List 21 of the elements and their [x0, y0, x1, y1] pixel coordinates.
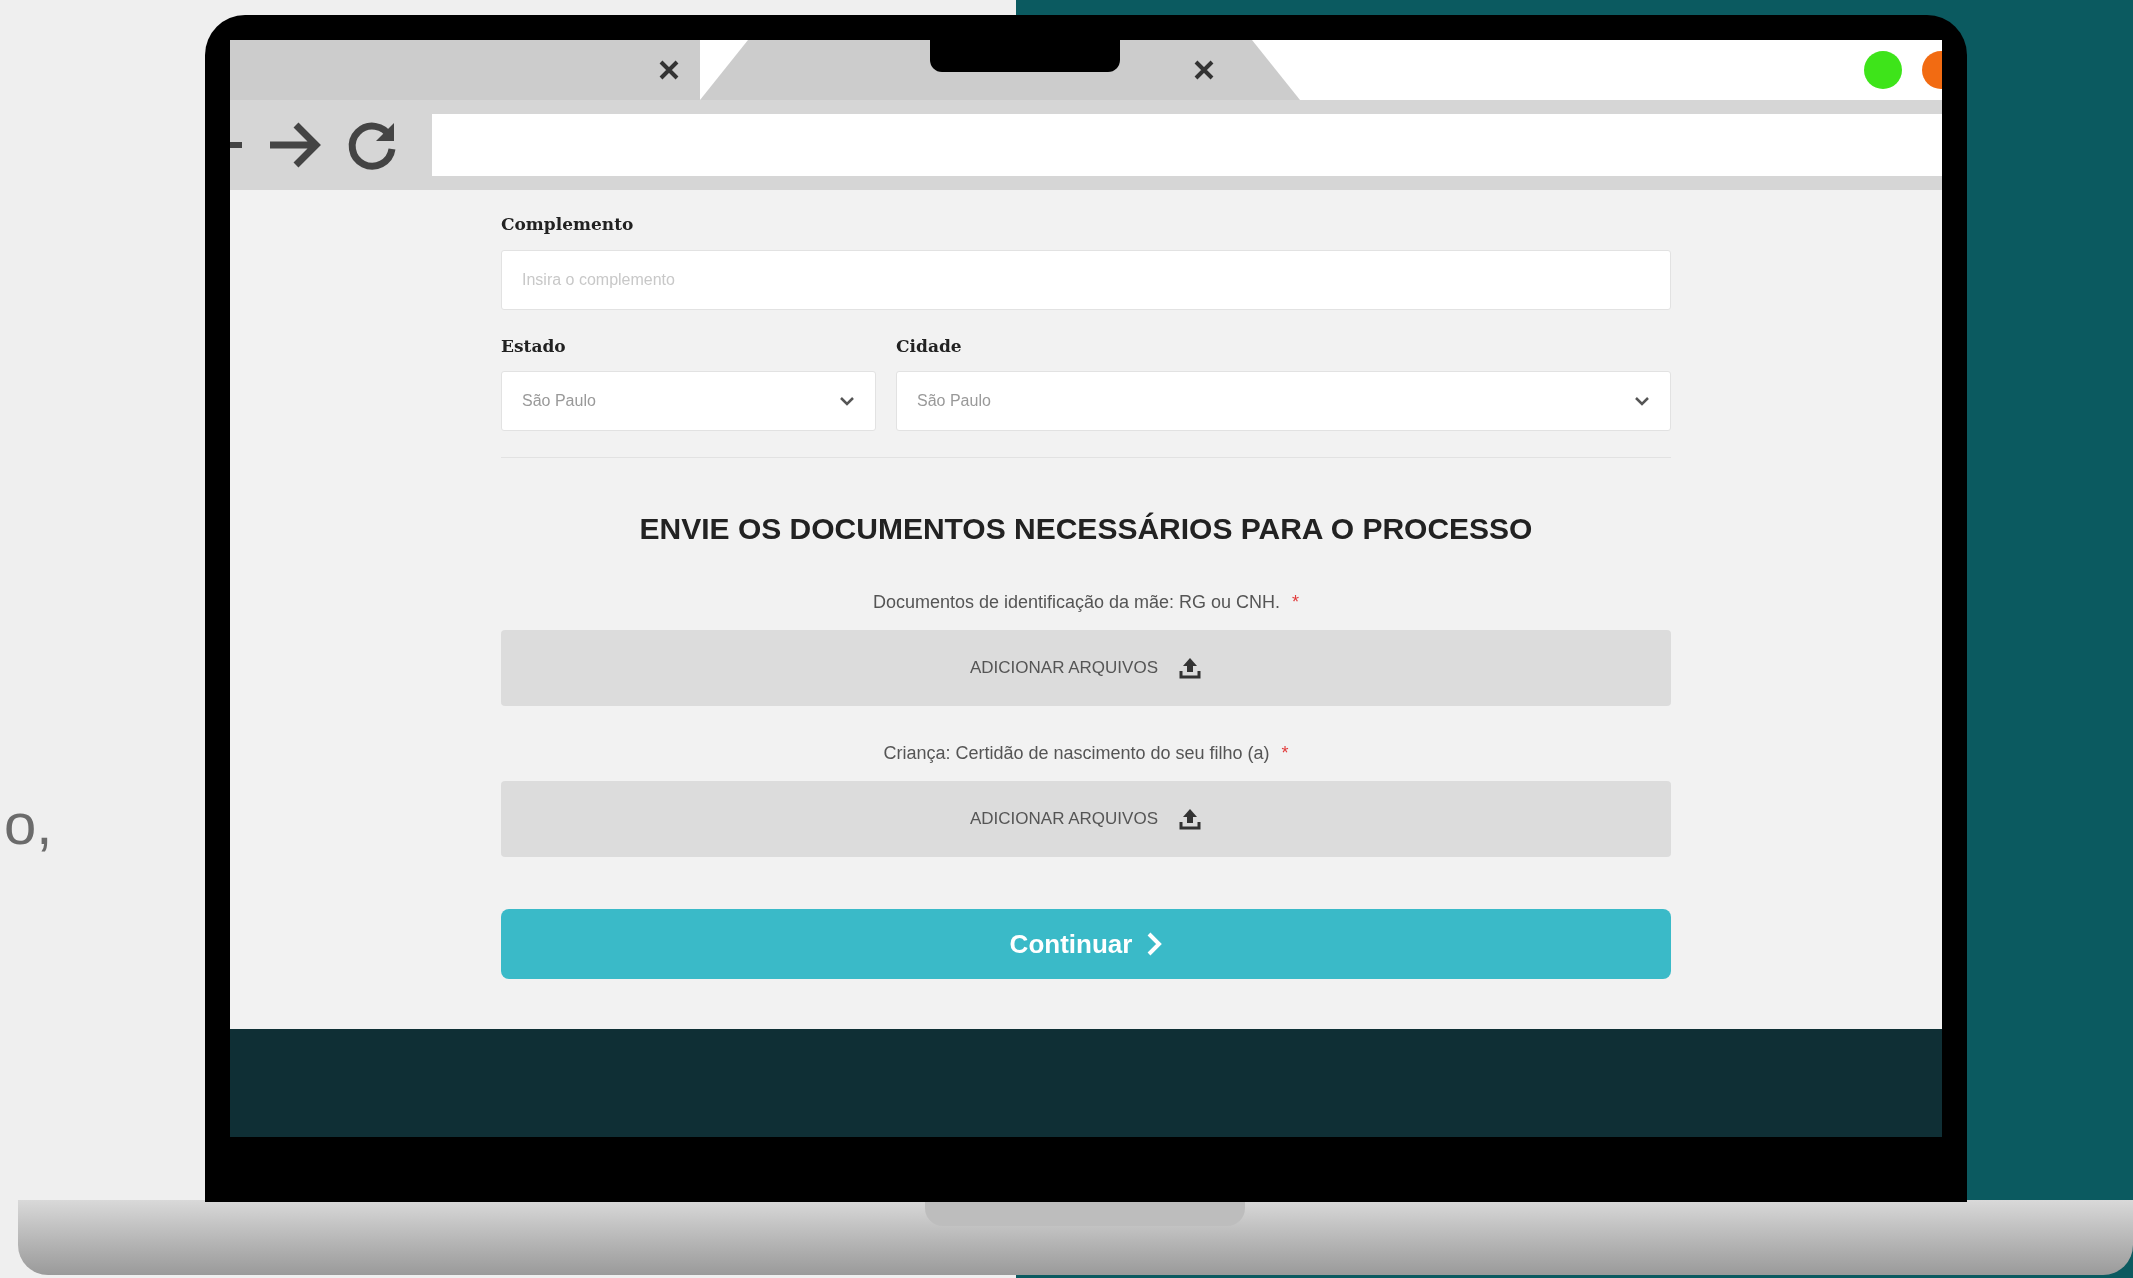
- slide-text: o,: [4, 790, 53, 858]
- add-files-button[interactable]: ADICIONAR ARQUIVOS: [501, 781, 1671, 857]
- chevron-down-icon: [1634, 396, 1650, 406]
- field-label: Cidade: [896, 334, 963, 358]
- chevron-down-icon: [839, 396, 855, 406]
- upload-icon: [1178, 656, 1202, 680]
- close-icon[interactable]: [658, 59, 680, 81]
- select-field[interactable]: São Paulo: [896, 371, 1671, 431]
- upload-label: Documentos de identificação da mãe: RG ou CNH.: [872, 591, 1281, 614]
- required-mark: *: [1292, 591, 1300, 614]
- upload-icon: [1178, 807, 1202, 831]
- field-label: Complemento: [501, 213, 635, 236]
- upload-label: Criança: Certidão de nascimento do seu filho (a): [883, 742, 1270, 765]
- section-title: ENVIE OS DOCUMENTOS NECESSÁRIOS PARA O PROCESSO: [638, 511, 1534, 547]
- continue-button[interactable]: Continuar: [501, 909, 1671, 979]
- required-mark: *: [1281, 742, 1289, 765]
- close-icon[interactable]: [1193, 59, 1215, 81]
- select-field[interactable]: São Paulo: [501, 371, 876, 431]
- field-label: Estado: [501, 334, 567, 358]
- chevron-right-icon: [1146, 931, 1163, 957]
- add-files-button[interactable]: ADICIONAR ARQUIVOS: [501, 630, 1671, 706]
